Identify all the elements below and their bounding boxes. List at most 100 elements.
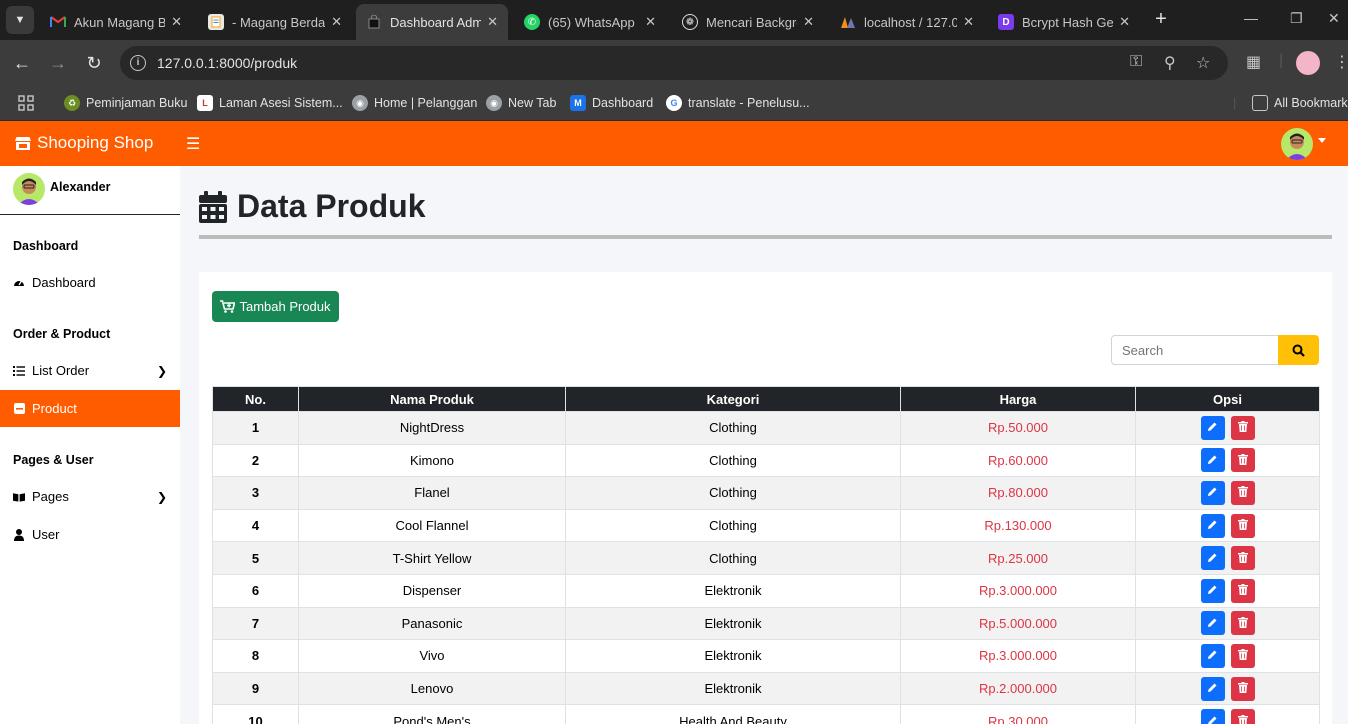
product-category: Clothing [565,476,901,510]
calendar-icon [199,190,227,223]
row-actions [1135,573,1320,608]
list-icon [13,365,25,377]
edit-button[interactable] [1200,480,1225,505]
browser-tabbar: ▼ Akun Magang Be ✕ - Magang Berda ✕ Dash… [0,0,1348,40]
product-price: Rp.5.000.000 [900,606,1136,641]
close-icon[interactable]: ✕ [1119,14,1130,30]
forward-icon[interactable]: → [46,51,70,75]
close-icon[interactable]: ✕ [645,14,656,30]
profile-avatar[interactable] [1296,51,1320,75]
delete-button[interactable] [1230,643,1255,668]
close-icon[interactable]: ✕ [963,14,974,30]
restore-icon[interactable]: ❐ [1290,10,1303,27]
trash-icon [1237,518,1248,533]
delete-button[interactable] [1230,448,1255,473]
bookmark-item[interactable]: Gtranslate - Penelusu... [666,93,810,113]
close-icon[interactable]: ✕ [331,14,342,30]
window-close-icon[interactable]: ✕ [1328,10,1340,27]
edit-button[interactable] [1200,676,1225,701]
close-icon[interactable]: ✕ [803,14,814,30]
sidebar-item-pages[interactable]: Pages ❯ [0,478,180,515]
navbar-avatar[interactable] [1281,128,1313,160]
bookmark-item[interactable]: ♻ Peminjaman Buku [64,93,187,113]
trash-icon [1237,648,1248,663]
table-row: 2 Kimono Clothing Rp.60.000 [212,443,1320,478]
brand[interactable]: Shooping Shop [14,133,153,153]
browser-tab-whatsapp[interactable]: ✆ (65) WhatsApp ✕ [514,4,666,40]
bookmark-item[interactable]: ◉ Home | Pelanggan [352,93,477,113]
browser-tab-gmail[interactable]: Akun Magang Be ✕ [40,4,192,40]
row-actions [1135,639,1320,673]
minimize-icon[interactable]: — [1244,10,1258,26]
delete-button[interactable] [1230,676,1255,701]
delete-button[interactable] [1230,415,1255,440]
product-name: Cool Flannel [298,508,566,543]
pencil-icon [1207,583,1218,598]
trash-icon [1237,420,1248,435]
product-category: Elektronik [565,573,901,608]
edit-button[interactable] [1200,546,1225,571]
search-input[interactable] [1111,335,1279,365]
app-navbar: Shooping Shop ☰ [0,121,1348,166]
caret-down-icon[interactable] [1318,138,1326,143]
edit-button[interactable] [1200,448,1225,473]
browser-tab-bcrypt[interactable]: D Bcrypt Hash Gen ✕ [988,4,1140,40]
pencil-icon [1207,453,1218,468]
edit-button[interactable] [1200,643,1225,668]
menu-toggle-icon[interactable]: ☰ [186,134,200,154]
product-price: Rp.30.000 [900,704,1136,724]
bookmark-item[interactable]: M Dashboard [570,93,653,113]
apps-grid-icon[interactable] [18,93,34,113]
search-button[interactable] [1278,335,1319,365]
browser-tab-mencari[interactable]: ❁ Mencari Backgro ✕ [672,4,824,40]
delete-button[interactable] [1230,578,1255,603]
bookmark-star-icon[interactable]: ☆ [1196,53,1210,73]
edit-button[interactable] [1200,513,1225,538]
table-header-row: No. Nama Produk Kategori Harga Opsi [212,386,1320,412]
user-name: Alexander [50,180,111,194]
tab-search-button[interactable]: ▼ [6,6,34,34]
close-icon[interactable]: ✕ [171,14,182,30]
tab-title: localhost / 127.0 [864,14,958,30]
bookmark-item[interactable]: L Laman Asesi Sistem... [197,93,343,113]
delete-button[interactable] [1230,546,1255,571]
address-bar[interactable]: i 127.0.0.1:8000/produk ⚿ ⚲ ☆ [120,46,1228,80]
sidebar-heading-pages-user: Pages & User [13,453,94,467]
edit-button[interactable] [1200,709,1225,724]
delete-button[interactable] [1230,611,1255,636]
tab-title: (65) WhatsApp [548,14,635,30]
sidebar-item-product[interactable]: Product [0,390,180,427]
browser-tab-localhost[interactable]: localhost / 127.0 ✕ [830,4,984,40]
back-icon[interactable]: ← [10,51,34,75]
browser-tab-magang[interactable]: - Magang Berda ✕ [198,4,352,40]
zoom-icon[interactable]: ⚲ [1164,53,1176,73]
add-product-button[interactable]: Tambah Produk [212,291,339,322]
bookmark-item[interactable]: ◉ New Tab [486,93,556,113]
store-icon [15,136,31,150]
table-row: 7 Panasonic Elektronik Rp.5.000.000 [212,606,1320,641]
delete-button[interactable] [1230,480,1255,505]
sidebar-item-user[interactable]: User [0,516,180,553]
product-name: Dispenser [298,573,566,608]
product-category: Clothing [565,443,901,478]
sidebar-item-dashboard[interactable]: Dashboard [0,264,180,301]
new-tab-button[interactable]: + [1150,8,1172,30]
product-name: Kimono [298,443,566,478]
menu-kebab-icon[interactable]: ⋮ [1334,52,1348,72]
delete-button[interactable] [1230,513,1255,538]
close-icon[interactable]: ✕ [487,14,498,30]
trash-icon [1237,485,1248,500]
edit-button[interactable] [1200,578,1225,603]
reload-icon[interactable]: ↻ [82,51,106,75]
avatar-icon [1286,133,1308,160]
extensions-icon[interactable]: ▦ [1246,52,1261,72]
browser-tab-dashboard[interactable]: Dashboard Adm ✕ [356,4,508,40]
password-key-icon[interactable]: ⚿ [1130,53,1142,71]
all-bookmarks[interactable]: All Bookmarks [1252,93,1348,113]
sidebar-item-list-order[interactable]: List Order ❯ [0,352,180,389]
delete-button[interactable] [1230,709,1255,724]
edit-button[interactable] [1200,611,1225,636]
edit-button[interactable] [1200,415,1225,440]
site-info-icon[interactable]: i [130,55,146,71]
url-text[interactable]: 127.0.0.1:8000/produk [157,55,297,71]
